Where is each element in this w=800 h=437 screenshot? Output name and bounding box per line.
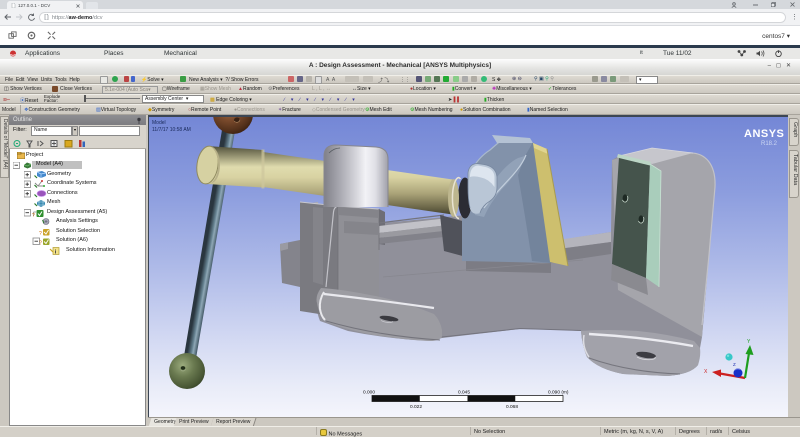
svg-text:0.022: 0.022 <box>410 404 422 410</box>
svg-text:X: X <box>704 369 708 375</box>
svg-text:0.068: 0.068 <box>506 404 518 410</box>
svg-text:Y: Y <box>747 339 751 345</box>
svg-text:?: ? <box>39 240 42 246</box>
svg-text:?: ? <box>32 213 35 219</box>
svg-text:0.090 (m): 0.090 (m) <box>548 390 569 396</box>
svg-text:R18.2: R18.2 <box>761 141 778 147</box>
svg-text:Z: Z <box>733 362 736 367</box>
svg-text:0.000: 0.000 <box>363 390 375 396</box>
svg-text:11/7/17 10:58 AM: 11/7/17 10:58 AM <box>152 127 191 133</box>
svg-text:ANSYS: ANSYS <box>744 128 784 140</box>
svg-text:Model: Model <box>152 120 166 126</box>
svg-text:?: ? <box>39 231 42 237</box>
svg-text:0.045: 0.045 <box>458 390 470 396</box>
